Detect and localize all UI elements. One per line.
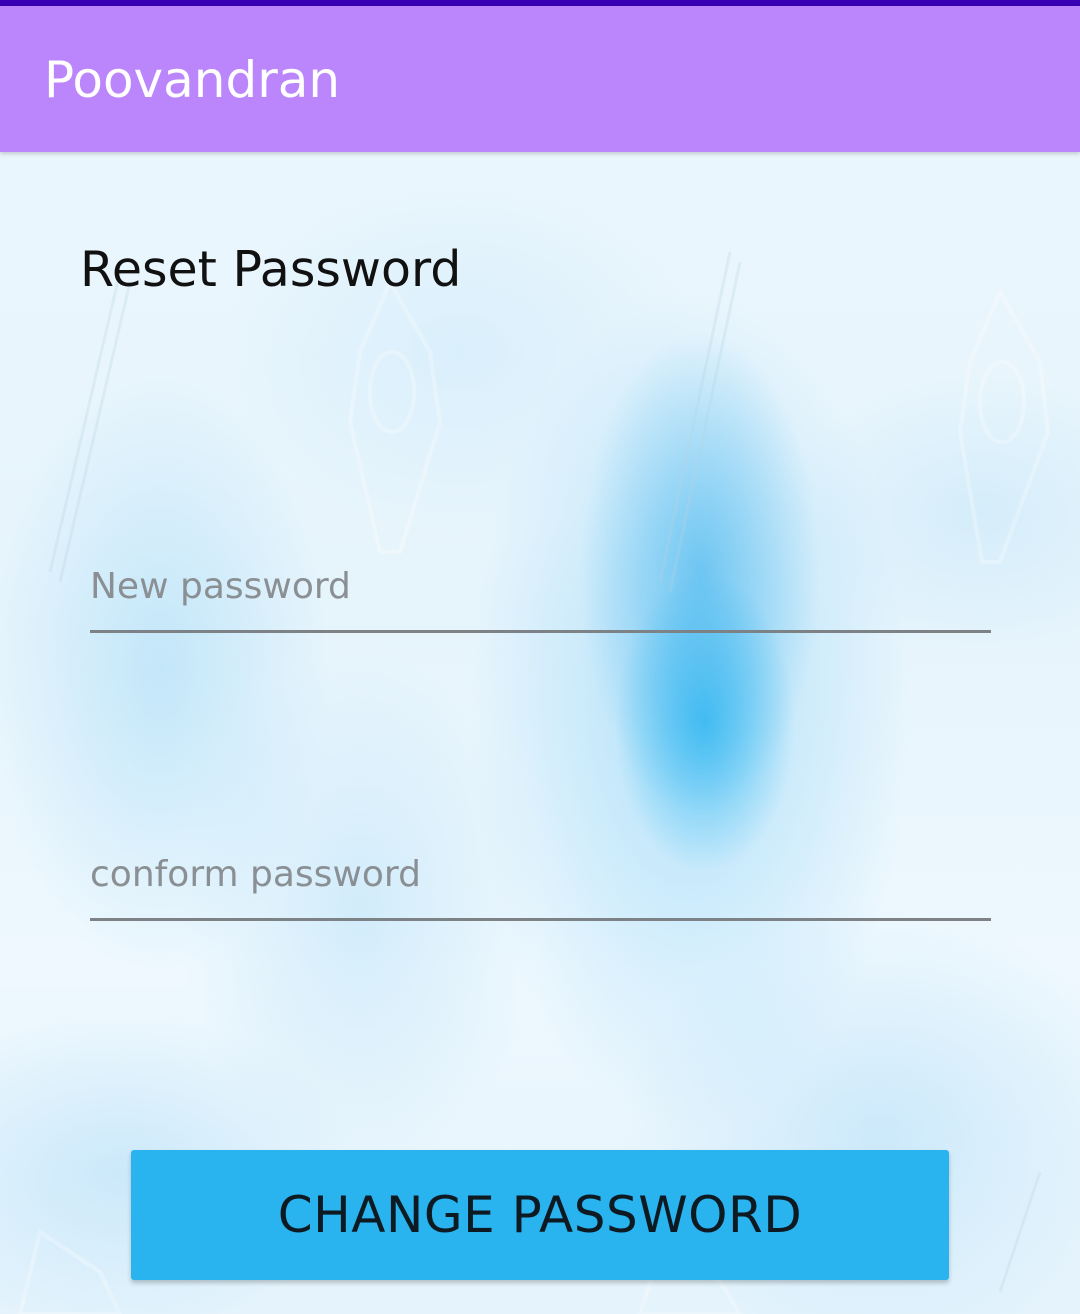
- new-password-input[interactable]: [90, 556, 991, 616]
- confirm-password-underline: [90, 918, 991, 921]
- confirm-password-input[interactable]: [90, 844, 991, 904]
- background-watermark: [17, 251, 1051, 1314]
- page-heading: Reset Password: [80, 241, 462, 298]
- new-password-underline: [90, 630, 991, 633]
- app-bar: Poovandran: [0, 6, 1080, 152]
- change-password-button[interactable]: CHANGE PASSWORD: [131, 1150, 949, 1280]
- app-title: Poovandran: [44, 51, 341, 109]
- reset-password-content: Reset Password CHANGE PASSWORD: [0, 152, 1080, 1314]
- app-screen: Poovandran Reset Password CHANGE PASSWOR…: [0, 0, 1080, 1314]
